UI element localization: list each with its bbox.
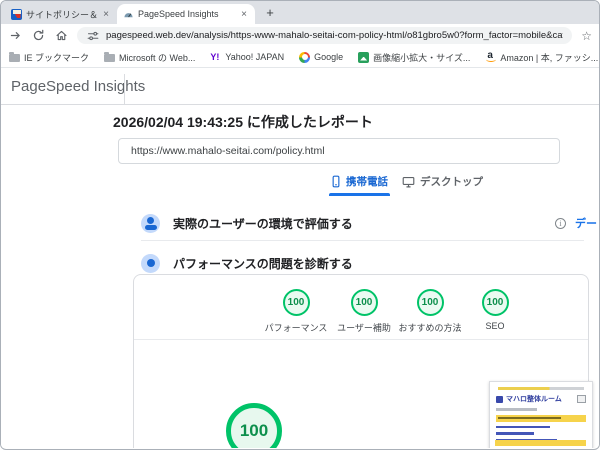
desktop-icon [402, 176, 415, 187]
score-circle: 100 [416, 289, 444, 316]
bookmark-label: 画像縮小拡大・サイズ... [373, 52, 471, 63]
score-label: ユーザー補助 [337, 323, 391, 333]
real-users-icon [141, 213, 160, 233]
phone-icon [332, 175, 340, 188]
score-label: おすすめの方法 [398, 323, 462, 333]
amazon-icon [485, 51, 497, 63]
forward-icon[interactable] [8, 29, 22, 43]
score-label: SEO [485, 321, 505, 331]
bookmark-google[interactable]: Google [299, 51, 344, 63]
thumb-highlight-row [496, 414, 586, 422]
folder-icon [9, 52, 20, 62]
card-divider [134, 339, 588, 340]
score-seo[interactable]: 100 SEO [460, 289, 530, 331]
app-header: PageSpeed Insights [1, 68, 599, 105]
bookmark-label: Amazon | 本, ファッシ... [500, 52, 599, 63]
thumb-menu-icon [577, 395, 586, 403]
score-best-practices[interactable]: 100 おすすめの方法 [395, 289, 465, 334]
folder-icon [104, 52, 116, 62]
thumb-breadcrumb [496, 408, 537, 411]
thumb-site-title: マハロ整体ルーム [506, 396, 562, 403]
bookmarks-bar: IE ブックマーク Microsoft の Web... Yahoo! JAPA… [1, 47, 599, 68]
report-card: 100 パフォーマンス 100 ユーザー補助 100 おすすめの方法 100 S… [133, 274, 593, 448]
tab-mobile[interactable]: 携帯電話 [329, 174, 390, 196]
site-policy-favicon-icon [11, 8, 22, 20]
bookmark-label: Yahoo! JAPAN [225, 52, 285, 62]
bookmark-label: Google [314, 52, 344, 62]
reload-icon[interactable] [31, 29, 45, 43]
bookmark-image-resize[interactable]: 画像縮小拡大・サイズ... [358, 51, 470, 64]
thumb-footer-bar [495, 440, 586, 446]
image-resize-icon [358, 51, 370, 63]
performance-big-score: 100 [226, 403, 282, 448]
google-icon [299, 51, 311, 63]
browser-tab-pagespeed[interactable]: PageSpeed Insights × [117, 4, 255, 24]
score-performance[interactable]: 100 パフォーマンス [261, 289, 331, 334]
bookmark-ie-folder[interactable]: IE ブックマーク [9, 51, 89, 64]
home-icon[interactable] [54, 29, 68, 43]
score-label: パフォーマンス [264, 323, 328, 333]
bookmark-label: IE ブックマーク [24, 52, 90, 63]
tab-title: サイトポリシー＆プライバシーポリシー [26, 9, 98, 20]
analyzed-url-input[interactable] [118, 138, 560, 164]
section-divider [141, 240, 584, 241]
browser-window: サイトポリシー＆プライバシーポリシー × PageSpeed Insights … [0, 0, 600, 450]
bookmark-yahoo-japan[interactable]: Yahoo! JAPAN [210, 52, 284, 63]
section-title: パフォーマンスの問題を診断する [173, 256, 353, 271]
report-title: 2026/02/04 19:43:25 に作成したレポート [113, 114, 373, 130]
field-data-section: 実際のユーザーの環境で評価する デー [141, 208, 597, 238]
address-bar[interactable]: pagespeed.web.dev/analysis/https-www-mah… [77, 27, 573, 44]
thumb-link-line [496, 432, 534, 435]
header-divider [124, 74, 125, 105]
site-settings-tune-icon[interactable] [86, 29, 100, 43]
close-tab-icon[interactable]: × [239, 9, 249, 20]
diagnose-performance-icon [141, 253, 160, 273]
info-icon[interactable] [555, 217, 566, 229]
tab-mobile-label: 携帯電話 [346, 176, 388, 188]
url-text: pagespeed.web.dev/analysis/https-www-mah… [106, 30, 563, 41]
tab-desktop-label: デスクトップ [420, 176, 483, 188]
score-circle: 100 [350, 289, 378, 316]
thumb-link-line [496, 425, 550, 428]
thumb-highlight-line [498, 387, 584, 390]
close-tab-icon[interactable]: × [101, 9, 111, 20]
page-screenshot-thumbnail[interactable]: マハロ整体ルーム [489, 381, 593, 448]
score-accessibility[interactable]: 100 ユーザー補助 [329, 289, 399, 334]
tab-title: PageSpeed Insights [138, 9, 219, 19]
pagespeed-gauge-favicon-icon [123, 9, 134, 20]
yahoo-icon [210, 52, 221, 63]
score-circle: 100 [481, 289, 509, 316]
bookmark-label: Microsoft の Web... [119, 52, 196, 63]
bookmark-microsoft-folder[interactable]: Microsoft の Web... [104, 51, 195, 64]
new-tab-button[interactable]: + [261, 4, 279, 22]
score-circle: 100 [282, 289, 310, 316]
thumb-site-logo [496, 395, 503, 403]
tab-strip: サイトポリシー＆プライバシーポリシー × PageSpeed Insights … [1, 1, 599, 24]
section-title: 実際のユーザーの環境で評価する [173, 216, 353, 231]
browser-toolbar: pagespeed.web.dev/analysis/https-www-mah… [1, 24, 599, 47]
tab-desktop[interactable]: デスクトップ [402, 174, 483, 196]
browser-tab-site-policy[interactable]: サイトポリシー＆プライバシーポリシー × [5, 4, 117, 24]
page-title: PageSpeed Insights [11, 78, 146, 95]
bookmark-star-icon[interactable]: ☆ [581, 29, 592, 43]
pagespeed-page: PageSpeed Insights 2026/02/04 19:43:25 に… [1, 68, 599, 448]
device-tabs: 携帯電話 デスクトップ [329, 174, 483, 196]
data-source-link[interactable]: デー [575, 215, 597, 231]
bookmark-amazon[interactable]: Amazon | 本, ファッシ... [485, 51, 598, 64]
